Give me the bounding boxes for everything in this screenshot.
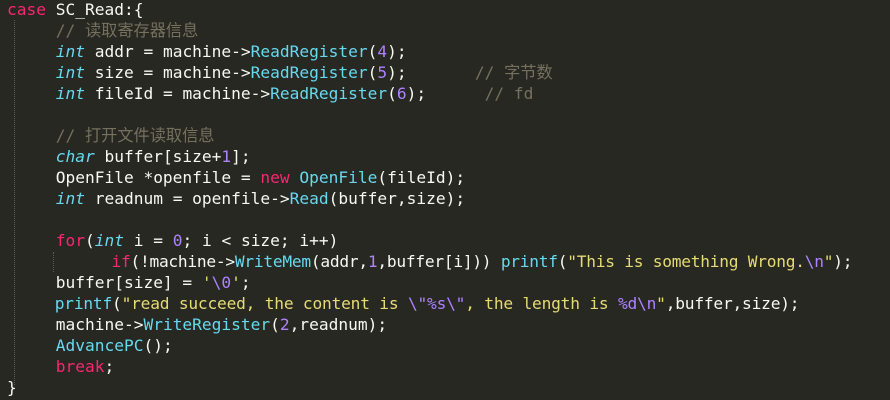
function-name: AdvancePC	[55, 336, 144, 355]
code-line-4: int size = machine->ReadRegister(5); // …	[7, 62, 553, 83]
code-text: (buffer,size);	[328, 189, 466, 208]
keyword: new	[260, 168, 290, 187]
function-name: printf	[500, 252, 558, 271]
code-line-10: int readnum = openfile->Read(buffer,size…	[7, 188, 465, 209]
code-line-3: int addr = machine->ReadRegister(4);	[7, 41, 407, 62]
string-literal: "This is something Wrong.	[567, 252, 805, 271]
comment: // fd	[484, 84, 534, 103]
code-text: i =	[123, 231, 173, 250]
type-keyword: int	[55, 63, 85, 82]
string-literal: '	[201, 273, 212, 292]
code-line-12: for(int i = 0; i < size; i++)	[7, 230, 339, 251]
string-literal: '	[231, 273, 241, 292]
code-text: (	[387, 84, 397, 103]
type-keyword: int	[55, 189, 85, 208]
type-keyword: int	[55, 42, 85, 61]
code-line-1: case SC_Read:{	[7, 0, 143, 20]
number-literal: 5	[377, 63, 388, 82]
code-text: (fileId);	[377, 168, 466, 187]
code-text: ,buffer,size);	[665, 294, 800, 313]
code-text: readnum = openfile->	[84, 189, 290, 208]
number-literal: 0	[172, 231, 183, 250]
string-literal: "	[823, 252, 834, 271]
code-text: }	[7, 378, 17, 397]
function-name: ReadRegister	[250, 63, 368, 82]
code-text: buffer[size+	[94, 147, 222, 166]
code-line-19: }	[7, 377, 17, 398]
code-text: (!machine->	[130, 252, 235, 271]
escape-sequence: \"	[407, 294, 428, 313]
code-text: OpenFile *openfile =	[55, 168, 261, 187]
code-text: size = machine->	[84, 63, 251, 82]
code-text: ];	[231, 147, 251, 166]
code-text: (	[557, 252, 568, 271]
comment: // 打开文件读取信息	[55, 126, 215, 145]
code-text: (	[112, 294, 122, 313]
function-name: WriteRegister	[143, 315, 271, 334]
function-name: ReadRegister	[250, 42, 368, 61]
code-text: ,buffer[i]))	[377, 252, 501, 271]
code-text: ; i < size; i++)	[182, 231, 339, 250]
code-text: );	[387, 63, 407, 82]
code-text: fileId = machine->	[84, 84, 271, 103]
format-specifier: %s	[427, 294, 447, 313]
code-line-15: printf("read succeed, the content is \"%…	[7, 293, 800, 314]
code-text: );	[833, 252, 853, 271]
comment: // 读取寄存器信息	[55, 21, 199, 40]
code-text: (	[367, 42, 378, 61]
code-line-2: // 读取寄存器信息	[7, 20, 199, 41]
number-literal: 1	[221, 147, 232, 166]
escape-sequence: \n	[804, 252, 824, 271]
keyword: if	[111, 252, 131, 271]
code-text: );	[387, 42, 407, 61]
string-literal: "	[656, 294, 666, 313]
code-text: (	[270, 315, 280, 334]
code-line-13: if(!machine->WriteMem(addr,1,buffer[i]))…	[7, 251, 852, 272]
code-line-16: machine->WriteRegister(2,readnum);	[7, 314, 387, 335]
code-line-17: AdvancePC();	[7, 335, 173, 356]
code-line-14: buffer[size] = '\0';	[7, 272, 251, 293]
number-literal: 4	[377, 42, 388, 61]
escape-sequence: \0	[211, 273, 232, 292]
code-text: (	[367, 63, 378, 82]
code-text: machine->	[55, 315, 144, 334]
keyword: break	[55, 357, 105, 376]
code-text: buffer[size] =	[55, 273, 202, 292]
code-line-9: OpenFile *openfile = new OpenFile(fileId…	[7, 167, 465, 188]
code-line-7: // 打开文件读取信息	[7, 125, 215, 146]
keyword: case	[7, 0, 46, 19]
code-text: (	[84, 231, 95, 250]
code-text: addr = machine->	[84, 42, 251, 61]
code-text: ();	[143, 336, 173, 355]
code-text: ;	[240, 273, 251, 292]
code-editor[interactable]: case SC_Read:{ // 读取寄存器信息 int addr = mac…	[0, 0, 890, 400]
code-text: );	[406, 84, 427, 103]
code-text: (addr,	[310, 252, 368, 271]
code-line-8: char buffer[size+1];	[7, 146, 251, 167]
format-specifier: %d	[617, 294, 638, 313]
code-text: SC_Read:{	[45, 0, 144, 19]
code-text: ,readnum);	[289, 315, 388, 334]
comment: // 字节数	[474, 63, 553, 82]
type-keyword: int	[55, 84, 85, 103]
string-literal: "read succeed, the content is	[121, 294, 408, 313]
function-name: printf	[54, 294, 113, 313]
code-line-18: break;	[7, 356, 114, 377]
type-keyword: int	[94, 231, 124, 250]
string-literal: , the length is	[465, 294, 618, 313]
code-text: ;	[104, 357, 115, 376]
function-name: ReadRegister	[270, 84, 388, 103]
code-line-5: int fileId = machine->ReadRegister(6); /…	[7, 83, 534, 104]
number-literal: 2	[279, 315, 290, 334]
function-name: Read	[289, 189, 329, 208]
escape-sequence: \"	[446, 294, 466, 313]
function-name: OpenFile	[299, 168, 378, 187]
keyword: for	[55, 231, 85, 250]
number-literal: 6	[396, 84, 407, 103]
escape-sequence: \n	[637, 294, 657, 313]
number-literal: 1	[367, 252, 378, 271]
type-keyword: char	[55, 147, 95, 166]
function-name: WriteMem	[234, 252, 311, 271]
